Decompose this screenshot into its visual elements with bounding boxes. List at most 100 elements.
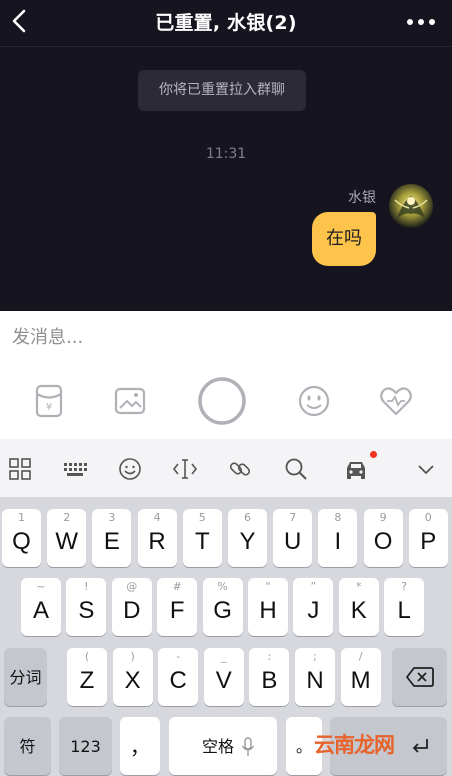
key-hint: 4 [153,511,161,524]
key-h[interactable]: “H [248,578,288,636]
cursor-move-icon[interactable] [172,456,198,482]
key-hint: ! [84,580,89,593]
key-p[interactable]: 0P [408,509,448,567]
key-letter: I [334,528,342,555]
key-e[interactable]: 3E [92,509,132,567]
key-hint: 3 [108,511,116,524]
key-letter: O [373,528,393,555]
emoji-icon[interactable] [294,381,334,421]
avatar-image [389,184,433,228]
key-letter: X [124,667,141,694]
message-input[interactable] [12,327,412,348]
key-k[interactable]: * K [338,578,379,636]
grid-menu-icon[interactable] [7,456,33,482]
key-x[interactable]: ) X [112,648,153,706]
key-d[interactable]: @ D [111,578,152,636]
message-timestamp: 11:31 [205,146,247,162]
number-label: 123 [70,737,101,756]
key-r[interactable]: 4R [137,509,177,567]
key-letter: D [123,597,141,624]
system-notice: 你将已重置拉入群聊 [138,70,306,111]
key-m[interactable]: / M [340,648,381,706]
key-s[interactable]: ! S [66,578,107,636]
key-letter: H [259,597,277,624]
space-key[interactable]: 空格 [169,717,277,775]
key-b[interactable]: :B [249,648,290,706]
sender-name: 水银 [348,190,376,206]
enter-arrow-icon [412,739,428,753]
collapse-keyboard-icon[interactable] [413,456,439,482]
key-hint: ” [310,580,317,593]
fenci-key[interactable]: 分词 [4,648,47,706]
message-bubble[interactable]: 在吗 [312,212,376,266]
heart-icon[interactable] [376,381,416,421]
key-w[interactable]: 2W [47,509,87,567]
key-j[interactable]: ” J [293,578,334,636]
key-hint: “ [265,580,271,593]
symbol-label: 符 [19,737,36,756]
keyboard-switch-icon[interactable] [62,456,88,482]
key-hint: 6 [244,511,251,524]
key-letter: A [32,597,49,624]
key-n[interactable]: ; N [295,648,335,706]
link-icon[interactable] [227,456,253,482]
key-letter: S [78,597,95,624]
key-letter: E [103,528,120,555]
key-f[interactable]: # F [157,578,198,636]
key-letter: C [169,667,187,694]
notification-dot [370,451,377,458]
symbol-key[interactable]: 符 [4,717,51,775]
key-letter: J [307,597,320,624]
key-c[interactable]: -C [158,648,199,706]
key-v[interactable]: _ V [203,648,244,706]
key-letter: F [169,597,185,624]
key-letter: Z [79,667,95,694]
key-l[interactable]: ? L [384,578,425,636]
red-packet-icon[interactable]: ¥ [29,381,69,421]
key-hint: ? [401,580,408,593]
key-letter: R [148,528,166,555]
key-hint: 9 [379,511,387,524]
image-icon[interactable] [110,381,150,421]
key-z[interactable]: (Z [67,648,107,706]
nav-bar: 已重置, 水银(2) [0,0,452,47]
key-hint: 8 [334,511,342,524]
comma-key[interactable]: ， [120,717,160,775]
number-key[interactable]: 123 [59,717,112,775]
record-button-icon[interactable] [196,375,248,427]
key-letter: Y [239,528,256,555]
search-icon[interactable] [283,456,309,482]
key-hint: ) [130,650,135,663]
input-bar [0,311,452,367]
svg-text:¥: ¥ [46,402,52,413]
key-hint: _ [221,650,227,663]
key-hint: 2 [63,511,71,524]
key-hint: : [267,650,272,663]
comma-label: ， [130,735,150,759]
key-hint: @ [126,580,138,593]
key-i[interactable]: 8I [318,509,358,567]
key-hint: 0 [424,511,432,524]
chat-panel: 已重置, 水银(2) 你将已重置拉入群聊 11:31 水银 在吗 [0,0,452,311]
fenci-label: 分词 [9,668,42,687]
key-a[interactable]: ~ A [21,578,61,636]
key-q[interactable]: 1Q [2,509,41,567]
key-letter: U [284,528,302,555]
key-t[interactable]: 5T [182,509,222,567]
key-y[interactable]: 6Y [228,509,267,567]
key-u[interactable]: 7U [273,509,313,567]
avatar[interactable] [389,184,433,228]
emoji-keyboard-icon[interactable] [117,456,143,482]
backspace-key[interactable] [392,648,447,706]
key-hint: ( [84,650,90,663]
key-letter: M [350,667,371,694]
key-g[interactable]: % G [202,578,243,636]
car-icon[interactable] [343,456,369,482]
key-letter: W [55,528,79,555]
key-hint: ; [313,650,317,663]
more-options-icon[interactable] [406,18,436,26]
key-letter: G [213,597,232,624]
key-o[interactable]: 9O [363,509,403,567]
watermark-logo: 云南龙网 [314,733,395,757]
key-letter: Q [12,528,31,555]
